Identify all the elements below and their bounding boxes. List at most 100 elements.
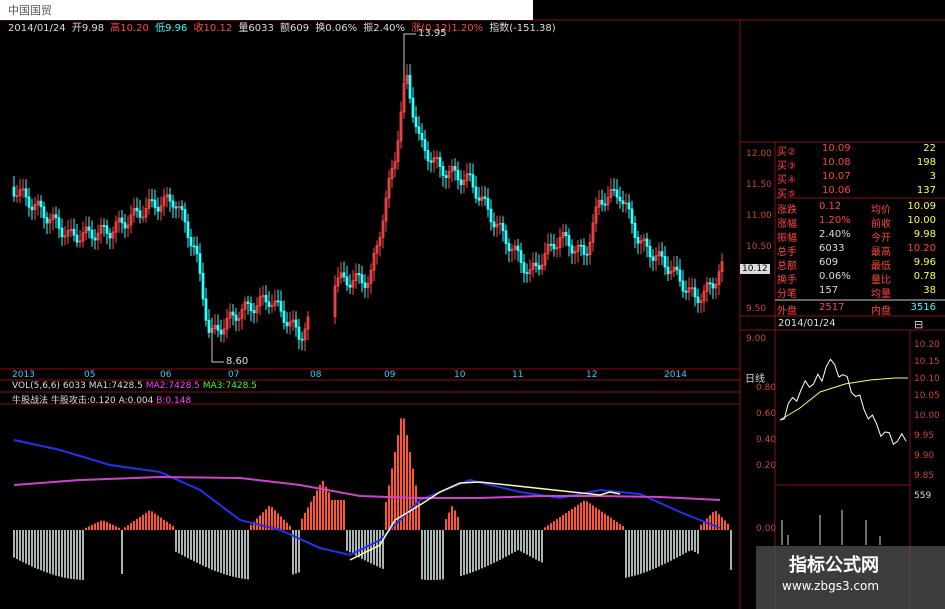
- oscillator-bar: [478, 530, 480, 570]
- vol-legend-value: 6033: [62, 381, 86, 391]
- oscillator-bar: [61, 530, 63, 578]
- oscillator-bar: [454, 510, 456, 530]
- oscillator-bar: [517, 530, 519, 551]
- oscillator-bar: [337, 500, 339, 530]
- stats-row: 振幅 2.40% 今开 9.98: [777, 229, 936, 244]
- stats-row: 涨跌 0.12 均价 10.09: [777, 201, 936, 216]
- oscillator-bar: [664, 530, 666, 564]
- candle-body: [621, 200, 625, 205]
- oscillator-bar: [724, 520, 726, 530]
- oscillator-bar: [658, 530, 660, 567]
- price-tick: 9.00: [746, 334, 767, 344]
- oscillator-bar: [64, 530, 66, 578]
- candle-body: [363, 282, 367, 289]
- intraday-date: 2014/01/24: [778, 318, 836, 329]
- intraday-price-tick: 10.00: [914, 411, 940, 421]
- price-tick: 9.50: [746, 304, 767, 314]
- oscillator-bar: [199, 530, 201, 565]
- candle-body: [12, 186, 16, 197]
- vol-legend-name: VOL(5,6,6): [12, 381, 61, 391]
- oscillator-bar: [499, 530, 501, 560]
- oscillator-bar: [226, 530, 228, 576]
- candle-body: [360, 274, 364, 284]
- intraday-minimize-button[interactable]: ⊟: [914, 318, 923, 331]
- candle-body: [60, 227, 64, 238]
- candle-body: [504, 230, 508, 244]
- oscillator-bar: [547, 525, 549, 530]
- oscillator-bar: [139, 516, 141, 530]
- time-tick: 09: [384, 370, 396, 380]
- oscillator-bar: [721, 517, 723, 530]
- oscillator-bar: [145, 512, 147, 530]
- oscillator-bar: [709, 515, 711, 530]
- oscillator-bar: [82, 530, 84, 580]
- candle-body: [663, 255, 667, 268]
- oscillator-bar: [484, 530, 486, 568]
- order-book-row: 买② 10.09 22: [777, 143, 936, 158]
- candle-body: [711, 283, 715, 289]
- info-amount: 额609: [280, 23, 310, 34]
- candle-body: [420, 132, 424, 140]
- candle-body: [90, 229, 94, 239]
- oscillator-bar: [118, 527, 120, 530]
- oscillator-bar: [31, 530, 33, 567]
- oscillator-bar: [244, 530, 246, 580]
- candle-body: [72, 229, 76, 236]
- oscillator-bar: [205, 530, 207, 568]
- oscillator-bar: [463, 530, 465, 576]
- low-price-label: 8.60: [226, 356, 249, 367]
- oscillator-bar: [55, 530, 57, 576]
- candle-body: [357, 273, 361, 276]
- candle-body: [522, 262, 526, 274]
- candle-body: [54, 214, 58, 219]
- oscillator-bar: [493, 530, 495, 563]
- oscillator-bar: [673, 530, 675, 560]
- candle-body: [567, 235, 571, 247]
- oscillator-bar: [502, 530, 504, 559]
- intraday-average-line: [779, 377, 908, 421]
- oscillator-bar: [187, 530, 189, 559]
- candle-body: [174, 206, 178, 209]
- oscillator-bar: [289, 525, 291, 530]
- candle-body: [207, 319, 211, 333]
- oscillator-bar: [79, 530, 81, 580]
- candle-body: [198, 253, 202, 274]
- oscillator-bar: [178, 530, 180, 554]
- candle-body: [408, 75, 412, 99]
- candle-body: [297, 326, 301, 340]
- oscillator-bar: [211, 530, 213, 570]
- oscillator-bar: [319, 484, 321, 530]
- price-tick: 11.00: [746, 211, 772, 221]
- oscillator-bar: [85, 527, 87, 530]
- oscillator-bar: [604, 513, 606, 530]
- candle-body: [267, 301, 271, 307]
- time-tick: 11: [512, 370, 524, 380]
- oscillator-bar: [556, 519, 558, 530]
- oscillator-bar: [70, 530, 72, 579]
- current-price-tag: 10.12: [740, 264, 770, 274]
- oscillator-bar: [457, 516, 459, 530]
- candle-body: [45, 217, 49, 224]
- oscillator-bar: [400, 418, 402, 530]
- oscillator-bar: [652, 530, 654, 570]
- candle-body: [279, 301, 283, 312]
- oscillator-bar: [634, 530, 636, 576]
- oscillator-bar: [127, 525, 129, 530]
- oscillator-bar: [151, 511, 153, 530]
- oscillator-bar: [682, 530, 684, 555]
- price-tick: 11.50: [746, 180, 772, 190]
- candle-body: [612, 188, 616, 191]
- oscillator-bar: [19, 530, 21, 561]
- oscillator-bar: [52, 530, 54, 575]
- candle-body: [219, 329, 223, 335]
- time-tick: 06: [160, 370, 172, 380]
- oscillator-bar: [43, 530, 45, 572]
- oscillator-bar: [49, 530, 51, 574]
- oscillator-bar: [91, 524, 93, 530]
- oscillator-bar: [271, 507, 273, 530]
- oscillator-bar: [616, 521, 618, 530]
- oscillator-bar: [16, 530, 18, 560]
- candle-body: [429, 160, 433, 163]
- candle-body: [201, 272, 205, 300]
- time-tick: 05: [84, 370, 96, 380]
